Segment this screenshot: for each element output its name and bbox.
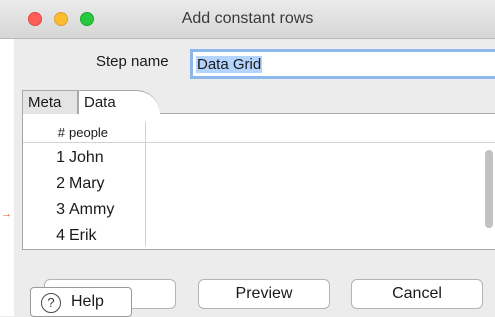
tab-meta[interactable]: Meta — [22, 90, 78, 114]
background-window-strip: → — [0, 39, 14, 316]
step-name-input[interactable]: Data Grid — [190, 49, 495, 79]
window-title: Add constant rows — [181, 10, 314, 27]
table-row[interactable]: 1 John — [23, 146, 145, 172]
arrow-right-icon: → — [1, 208, 12, 220]
row-number: 4 — [56, 227, 65, 244]
table-row[interactable]: 4 Erik — [23, 224, 145, 250]
question-circle-icon: ? — [41, 293, 61, 313]
cancel-button[interactable]: Cancel — [351, 279, 483, 309]
preview-button[interactable]: Preview — [198, 279, 330, 309]
row-number: 3 — [56, 201, 65, 218]
column-header-number[interactable]: # — [27, 125, 65, 140]
data-grid: # people 1 John 2 Mary 3 Ammy 4 Erik — [22, 114, 495, 250]
table-row[interactable]: 2 Mary — [23, 172, 145, 198]
column-divider — [145, 122, 146, 246]
people-cell[interactable]: John — [69, 149, 104, 167]
people-cell[interactable]: Mary — [69, 175, 105, 193]
help-label: Help — [71, 293, 104, 310]
step-name-label: Step name — [96, 53, 169, 70]
tab-data[interactable]: Data — [78, 90, 160, 114]
grid-header-row: # people — [23, 122, 495, 143]
title-bar: Add constant rows — [0, 0, 495, 39]
people-cell[interactable]: Erik — [69, 227, 97, 245]
tab-bar: Meta Data — [22, 88, 495, 114]
people-cell[interactable]: Ammy — [69, 201, 114, 219]
vertical-scrollbar[interactable] — [481, 144, 495, 248]
scrollbar-thumb[interactable] — [485, 150, 493, 228]
row-number: 2 — [56, 175, 65, 192]
step-name-value: Data Grid — [196, 56, 263, 73]
help-button[interactable]: ? Help — [30, 287, 132, 317]
table-row[interactable]: 3 Ammy — [23, 198, 145, 224]
row-number: 1 — [56, 149, 65, 166]
column-header-people[interactable]: people — [69, 125, 108, 140]
